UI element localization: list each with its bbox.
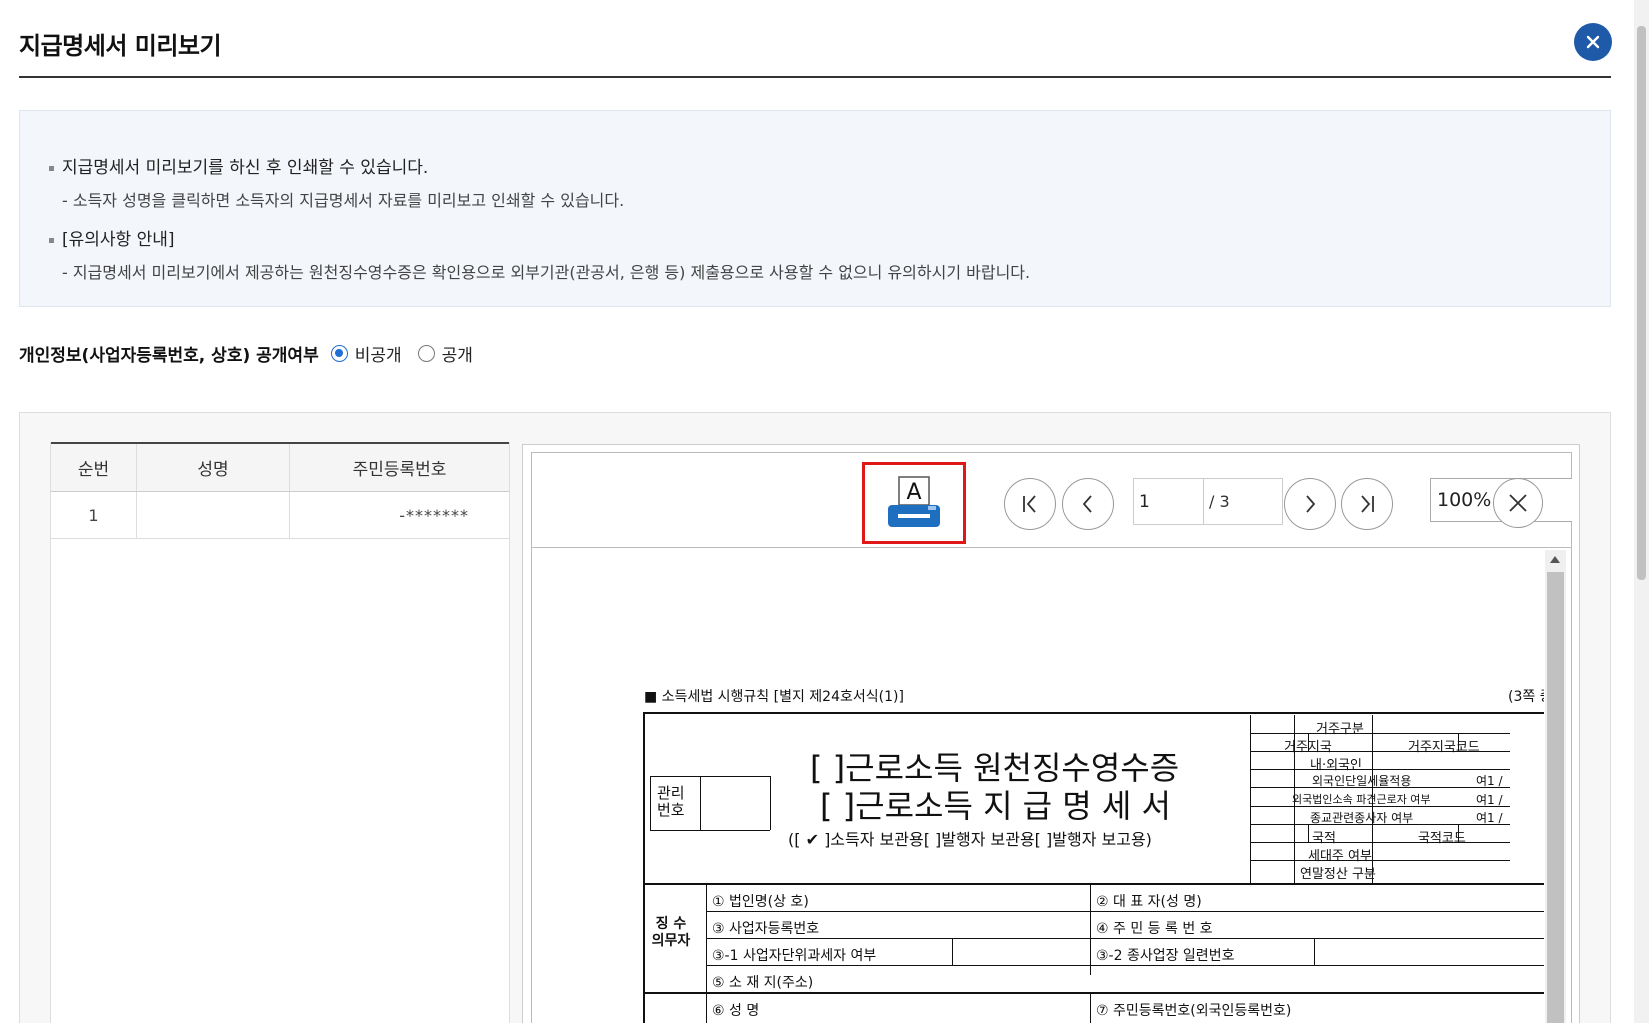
notice-line-1-text: 지급명세서 미리보기를 하신 후 인쇄할 수 있습니다. xyxy=(62,158,429,178)
bullet-icon xyxy=(49,237,54,243)
notice-line-1: 지급명세서 미리보기를 하신 후 인쇄할 수 있습니다. xyxy=(49,153,428,178)
document-scrollbar-thumb[interactable] xyxy=(1547,572,1564,1023)
bullet-icon xyxy=(49,165,54,171)
last-page-button[interactable] xyxy=(1341,478,1393,530)
privacy-label: 개인정보(사업자등록번호, 상호) 공개여부 xyxy=(19,345,319,366)
list-header: 순번 성명 주민등록번호 xyxy=(51,442,509,492)
radio-public-label[interactable]: 공개 xyxy=(442,341,473,366)
payer-business-number: ③ 사업자등록번호 xyxy=(712,921,820,937)
viewer-close-button[interactable] xyxy=(1493,478,1543,528)
column-rrn: 주민등록번호 xyxy=(352,460,447,480)
toolbar-divider xyxy=(531,547,1572,548)
chevron-right-icon xyxy=(1306,495,1316,513)
radio-public[interactable] xyxy=(417,344,435,362)
radio-private-label[interactable]: 비공개 xyxy=(355,341,402,366)
privacy-option-row: 개인정보(사업자등록번호, 상호) 공개여부 비공개 공개 xyxy=(19,340,489,366)
nationality-type-label: 내·외국인 xyxy=(1310,758,1362,773)
cell-name[interactable] xyxy=(137,492,290,538)
notice-line-2-text: [유의사항 안내] xyxy=(62,230,175,250)
payer-company-name: ① 법인명(상 호) xyxy=(712,894,809,910)
payer-resident-number: ④ 주 민 등 록 번 호 xyxy=(1096,921,1213,937)
notice-line-2: [유의사항 안내] xyxy=(49,225,175,250)
page-total: / 3 xyxy=(1204,478,1283,525)
notice-line-1-sub: - 소득자 성명을 클릭하면 소득자의 지급명세서 자료를 미리보고 인쇄할 수… xyxy=(62,191,625,210)
cell-rrn: -******* xyxy=(399,505,469,525)
payer-branch-serial: ③-2 종사업장 일련번호 xyxy=(1096,948,1235,964)
residence-country-code-label: 거주지국코드 xyxy=(1408,740,1480,755)
recipient-list: 순번 성명 주민등록번호 1 -******* xyxy=(50,442,510,1023)
notice-line-2-sub: - 지급명세서 미리보기에서 제공하는 원천징수영수증은 확인용으로 외부기관(… xyxy=(62,263,1031,282)
column-name: 성명 xyxy=(137,444,290,491)
print-button[interactable]: A xyxy=(862,462,966,544)
payer-address: ⑤ 소 재 지(주소) xyxy=(712,975,814,991)
page-number-input[interactable]: 1 xyxy=(1133,478,1204,525)
column-seq: 순번 xyxy=(51,444,137,491)
earner-name: ⑥ 성 명 xyxy=(712,1003,760,1019)
svg-text:A: A xyxy=(906,480,921,505)
cell-seq: 1 xyxy=(51,492,137,538)
window-scrollbar[interactable] xyxy=(1634,0,1649,1023)
next-page-button[interactable] xyxy=(1284,478,1336,530)
close-icon xyxy=(1586,35,1600,49)
last-page-icon xyxy=(1361,495,1374,513)
radio-private[interactable] xyxy=(330,344,348,362)
nationality-label: 국적 xyxy=(1312,831,1336,846)
copy-type-line: ([ ✔ ]소득자 보관용[ ]발행자 보관용[ ]발행자 보고용) xyxy=(788,830,1152,849)
document-page: ■ 소득세법 시행규칙 [별지 제24호서식(1)] (3쪽 중 관리 번호 [… xyxy=(532,549,1544,1023)
scroll-up-icon[interactable] xyxy=(1550,556,1560,563)
modal-title: 지급명세서 미리보기 xyxy=(19,32,222,60)
dispatched-worker-label: 외국법인소속 파견근로자 여부 xyxy=(1292,793,1431,806)
settlement-type-label: 연말정산 구분 xyxy=(1300,867,1376,882)
first-page-icon xyxy=(1023,495,1036,513)
close-icon xyxy=(1509,494,1527,512)
chevron-left-icon xyxy=(1082,495,1092,513)
printer-icon: A xyxy=(888,476,940,527)
earner-resident-number: ⑦ 주민등록번호(외국인등록번호) xyxy=(1096,1003,1292,1019)
household-head-label: 세대주 여부 xyxy=(1308,849,1372,864)
table-row[interactable]: 1 -******* xyxy=(51,492,509,539)
prev-page-button[interactable] xyxy=(1062,478,1114,530)
payer-unit-tax: ③-1 사업자단위과세자 여부 xyxy=(712,948,877,964)
form-reference: ■ 소득세법 시행규칙 [별지 제24호서식(1)] xyxy=(644,689,904,705)
payer-representative: ② 대 표 자(성 명) xyxy=(1096,894,1202,910)
payer-label: 징 수 의무자 xyxy=(651,916,691,949)
document-scrollbar[interactable] xyxy=(1545,550,1566,1023)
window-scrollbar-thumb[interactable] xyxy=(1637,26,1646,580)
manage-number-label: 관리 번호 xyxy=(657,784,685,819)
close-button[interactable] xyxy=(1574,23,1612,61)
form-title-2: [ ]근로소득 지 급 명 세 서 xyxy=(820,787,1171,825)
header-divider xyxy=(19,76,1611,78)
page-note: (3쪽 중 xyxy=(1508,689,1544,705)
first-page-button[interactable] xyxy=(1004,478,1056,530)
resident-type-label: 거주구분 xyxy=(1316,722,1364,737)
